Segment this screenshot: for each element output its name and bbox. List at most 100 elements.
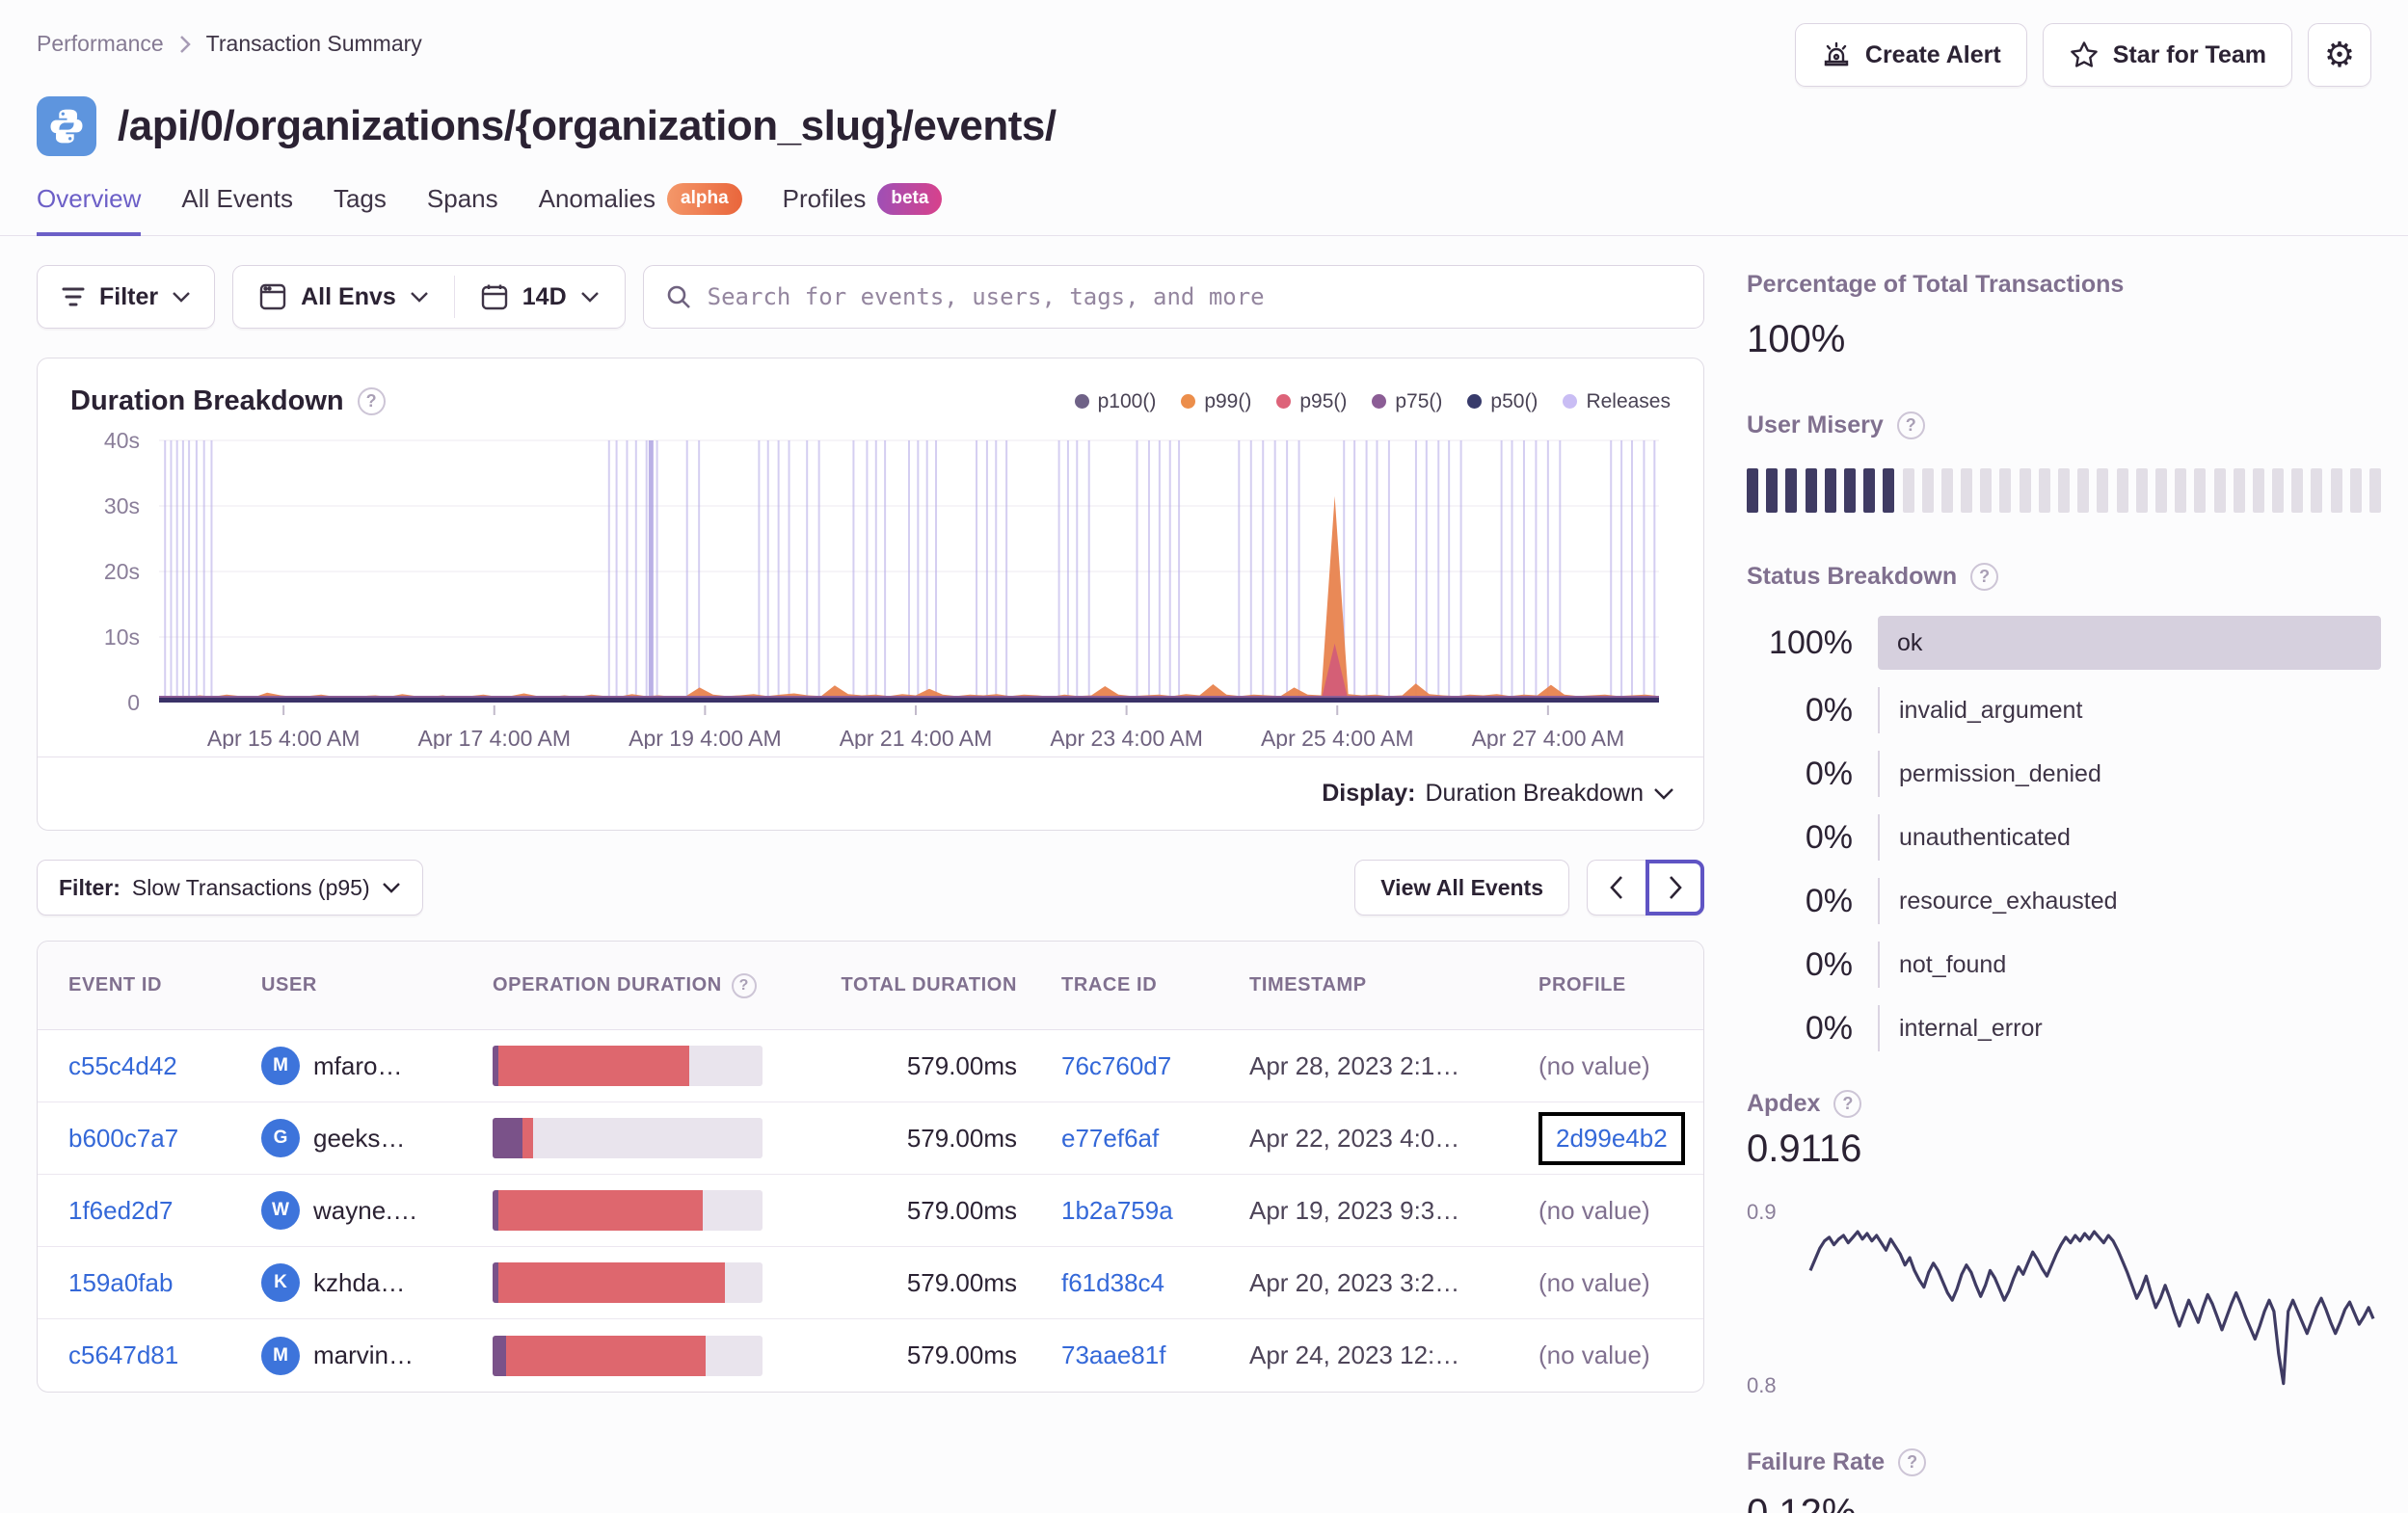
trace-id-link[interactable]: 1b2a759a — [1061, 1196, 1249, 1226]
slow-transactions-filter[interactable]: Filter: Slow Transactions (p95) — [37, 860, 423, 916]
column-header-label: TRACE ID — [1061, 974, 1158, 995]
status-percent: 0% — [1805, 882, 1853, 919]
legend-dot — [1276, 394, 1292, 409]
profile-cell: (no value) — [1538, 1196, 1672, 1226]
display-label: Display: — [1322, 780, 1416, 807]
user-cell: Wwayne.… — [261, 1191, 493, 1230]
date-range-selector[interactable]: 14D — [455, 266, 625, 328]
trace-id-link[interactable]: e77ef6af — [1061, 1124, 1249, 1154]
bar-segment-red — [497, 1190, 704, 1231]
status-row-permission_denied: 0% permission_denied — [1747, 751, 2381, 797]
trace-id-link[interactable]: 73aae81f — [1061, 1340, 1249, 1370]
event-id-link[interactable]: b600c7a7 — [68, 1124, 261, 1154]
create-alert-button[interactable]: Create Alert — [1794, 23, 2027, 87]
view-all-events-button[interactable]: View All Events — [1354, 860, 1569, 916]
operation-duration-bar — [493, 1190, 763, 1231]
legend-item-p75[interactable]: p75() — [1372, 390, 1442, 413]
column-header-label: USER — [261, 974, 317, 995]
legend-dot — [1181, 394, 1196, 409]
search-icon — [667, 285, 690, 308]
search-input[interactable] — [707, 283, 1682, 310]
profile-link[interactable]: 2d99e4b2 — [1556, 1124, 1668, 1153]
help-icon[interactable] — [731, 972, 757, 998]
misery-tick — [2369, 468, 2381, 513]
tab-overview[interactable]: Overview — [37, 183, 142, 236]
status-row-not_found: 0% not_found — [1747, 942, 2381, 988]
tab-tags[interactable]: Tags — [334, 183, 387, 236]
tab-spans[interactable]: Spans — [427, 183, 498, 236]
previous-page-button[interactable] — [1588, 861, 1645, 915]
total-transactions-title: Percentage of Total Transactions — [1747, 271, 2125, 298]
profile-no-value: (no value) — [1538, 1267, 1650, 1297]
misery-tick — [1805, 468, 1817, 513]
operation-duration-cell — [493, 1335, 820, 1376]
duration-breakdown-chart[interactable]: 0 10s 20s 30s 40s Apr 15 4:00 AM Apr 17 4:00 A… — [70, 421, 1671, 749]
profile-no-value: (no value) — [1538, 1340, 1650, 1369]
help-icon[interactable] — [1898, 1448, 1927, 1476]
legend-label: p75() — [1395, 389, 1443, 412]
help-icon[interactable] — [357, 387, 386, 415]
svg-text:Apr 25 4:00 AM: Apr 25 4:00 AM — [1261, 726, 1414, 749]
siren-icon — [1824, 41, 1849, 66]
misery-tick — [2077, 468, 2090, 513]
duration-breakdown-header: Duration Breakdown p100() p99() p95() p75()… — [38, 358, 1703, 421]
misery-tick — [2291, 468, 2304, 513]
environment-label: All Envs — [301, 282, 396, 310]
status-percent: 0% — [1805, 755, 1853, 792]
status-row-resource_exhausted: 0% resource_exhausted — [1747, 878, 2381, 924]
environment-selector[interactable]: All Envs — [233, 266, 454, 328]
svg-text:Apr 15 4:00 AM: Apr 15 4:00 AM — [207, 726, 361, 749]
apdex-chart-wrap: 0.9 0.8 — [1747, 1184, 2381, 1425]
failure-rate-section: Failure Rate 0.12% — [1747, 1448, 2381, 1513]
event-id-link[interactable]: c55c4d42 — [68, 1051, 261, 1081]
timestamp-cell: Apr 20, 2023 3:2… — [1249, 1267, 1460, 1297]
svg-text:Apr 23 4:00 AM: Apr 23 4:00 AM — [1050, 726, 1203, 749]
column-header-trace-id: TRACE ID — [1061, 974, 1249, 996]
display-value[interactable]: Duration Breakdown — [1425, 780, 1644, 808]
star-for-team-button[interactable]: Star for Team — [2042, 23, 2292, 87]
help-icon[interactable] — [1833, 1090, 1862, 1118]
tab-profiles[interactable]: Profiles beta — [783, 183, 943, 236]
status-percent: 100% — [1769, 624, 1853, 661]
total-transactions-value: 100% — [1747, 318, 1846, 360]
bar-segment-purple — [493, 1118, 522, 1158]
event-id-link[interactable]: 159a0fab — [68, 1268, 261, 1298]
event-id-link[interactable]: 1f6ed2d7 — [68, 1196, 261, 1226]
operation-duration-cell — [493, 1046, 820, 1086]
trace-id-link[interactable]: f61d38c4 — [1061, 1268, 1249, 1298]
help-icon[interactable] — [1896, 411, 1925, 439]
legend-item-Releases[interactable]: Releases — [1563, 390, 1671, 413]
legend-item-p95[interactable]: p95() — [1276, 390, 1347, 413]
total-duration-cell: 579.00ms — [906, 1123, 1017, 1153]
misery-tick — [1843, 468, 1856, 513]
svg-text:Apr 19 4:00 AM: Apr 19 4:00 AM — [629, 726, 782, 749]
settings-button[interactable]: ⚙ — [2308, 23, 2371, 87]
total-duration-cell: 579.00ms — [906, 1050, 1017, 1080]
failure-rate-title: Failure Rate — [1747, 1448, 1886, 1475]
misery-tick — [1766, 468, 1779, 513]
misery-tick — [2330, 468, 2342, 513]
chevron-down-icon[interactable] — [1653, 787, 1674, 800]
status-label-internal_error: internal_error — [1878, 1005, 2381, 1051]
tab-all-events[interactable]: All Events — [181, 183, 293, 236]
breadcrumb-chevron-icon — [179, 35, 191, 53]
trace-id-link[interactable]: 76c760d7 — [1061, 1051, 1249, 1081]
next-page-button[interactable] — [1645, 860, 1704, 916]
bar-segment-red — [497, 1262, 725, 1303]
breadcrumb-performance[interactable]: Performance — [37, 31, 164, 57]
legend-item-p100[interactable]: p100() — [1074, 390, 1156, 413]
column-header-label: TOTAL DURATION — [841, 974, 1017, 995]
user-name: geeks… — [313, 1123, 406, 1153]
event-id-link[interactable]: c5647d81 — [68, 1340, 261, 1370]
tab-anomalies[interactable]: Anomalies alpha — [539, 183, 742, 236]
misery-tick — [2349, 468, 2362, 513]
operation-duration-cell — [493, 1262, 820, 1303]
legend-item-p99[interactable]: p99() — [1181, 390, 1251, 413]
env-date-group: All Envs 14D — [232, 265, 626, 329]
help-icon[interactable] — [1970, 563, 1999, 591]
apdex-axis-bottom: 0.8 — [1747, 1373, 1777, 1397]
profile-cell: 2d99e4b2 — [1538, 1111, 1685, 1165]
misery-tick — [2272, 468, 2285, 513]
filter-dropdown-button[interactable]: Filter — [37, 265, 216, 329]
legend-item-p50[interactable]: p50() — [1467, 390, 1538, 413]
